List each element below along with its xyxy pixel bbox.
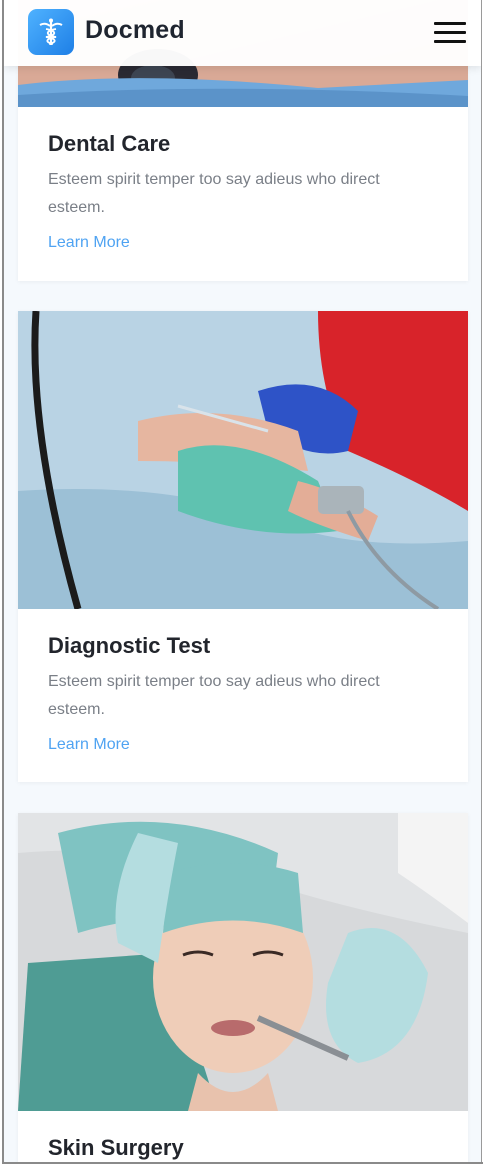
- caduceus-icon: [39, 18, 63, 45]
- card-description: Esteem spirit temper too say adieus who …: [48, 171, 380, 216]
- iv-drip-diagnostic-photo: [18, 311, 468, 609]
- hamburger-menu-icon[interactable]: [434, 22, 466, 44]
- site-header: Docmed: [4, 0, 481, 66]
- service-card-diagnostic-test: Diagnostic Test Esteem spirit temper too…: [18, 311, 468, 782]
- card-title: Dental Care: [48, 131, 171, 156]
- learn-more-link[interactable]: Learn More: [48, 736, 130, 754]
- facial-skin-treatment-photo: [18, 813, 468, 1111]
- card-title: Diagnostic Test: [48, 633, 211, 658]
- card-title: Skin Surgery: [48, 1135, 184, 1160]
- logo[interactable]: [28, 9, 74, 55]
- learn-more-link[interactable]: Learn More: [48, 234, 130, 252]
- service-card-skin-surgery: Skin Surgery: [18, 813, 468, 1164]
- page-frame: Docmed Dental Care Esteem spirit temper …: [2, 0, 482, 1164]
- card-description: Esteem spirit temper too say adieus who …: [48, 673, 380, 718]
- brand-name[interactable]: Docmed: [85, 16, 185, 45]
